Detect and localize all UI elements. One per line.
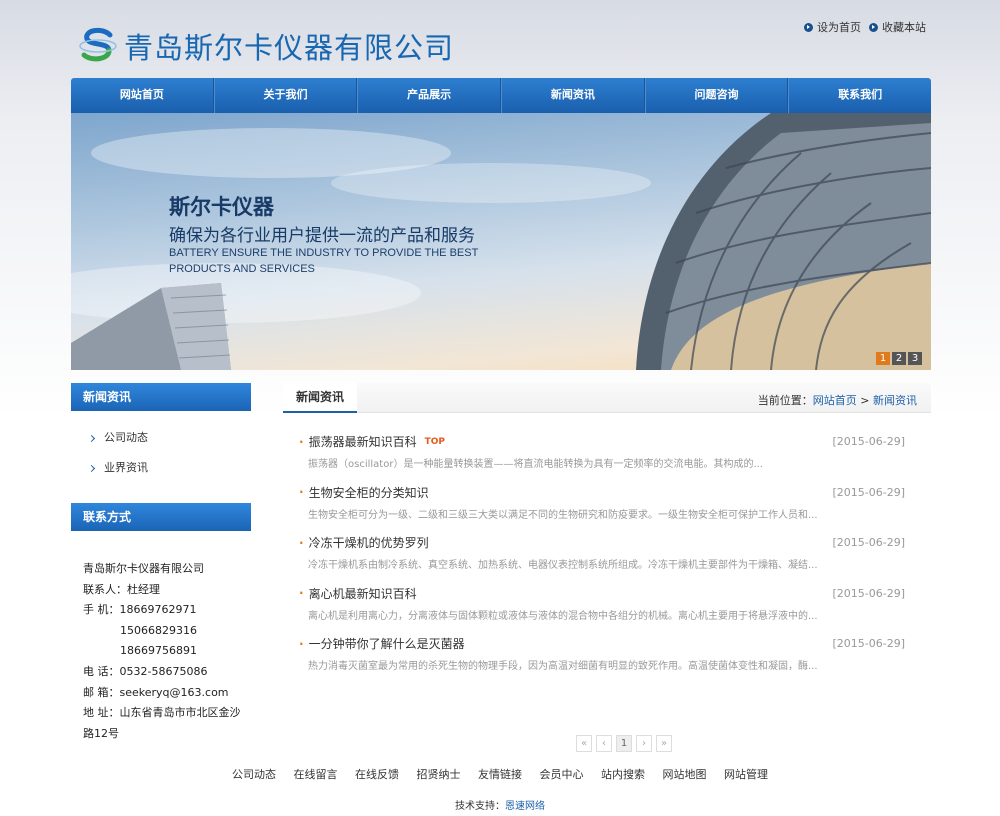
contact-email: 邮 箱：seekeryq@163.com [83,685,229,699]
banner-subtitle: 确保为各行业用户提供一流的产品和服务 [169,226,475,246]
nav-home[interactable]: 网站首页 [71,78,214,113]
news-summary: 冷冻干燥机系由制冷系统、真空系统、加热系统、电器仪表控制系统所组成。冷冻干燥机主… [308,560,818,572]
tab-news[interactable]: 新闻资讯 [283,383,358,413]
set-homepage-link[interactable]: 设为首页 [804,19,861,35]
footer-link-search[interactable]: 站内搜索 [601,768,645,781]
news-list: 振荡器最新知识百科TOP [2015-06-29] 振荡器（oscillator… [299,433,905,752]
slide-indicators: 1 2 3 [876,352,922,365]
nav-about[interactable]: 关于我们 [213,78,358,113]
footer-link-jobs[interactable]: 招贤纳士 [417,768,461,781]
breadcrumb: 当前位置：网站首页 > 新闻资讯 [757,394,917,407]
sidebar-item-company-news[interactable]: 公司动态 [87,423,251,453]
site-header: 青岛斯尔卡仪器有限公司 设为首页 收藏本站 [0,0,1000,78]
logo-mark-icon [79,27,117,62]
sidebar-item-industry-news[interactable]: 业界资讯 [87,453,251,483]
news-date: [2015-06-29] [832,637,905,651]
arrow-circle-icon [804,22,813,32]
sidebar-news-heading: 新闻资讯 [71,383,251,411]
list-item: 振荡器最新知识百科TOP [2015-06-29] 振荡器（oscillator… [299,433,905,484]
company-name: 青岛斯尔卡仪器有限公司 [124,31,455,65]
news-summary: 振荡器（oscillator）是一种能量转换装置——将直流电能转换为具有一定频率… [308,459,763,470]
list-item: 生物安全柜的分类知识 [2015-06-29] 生物安全柜可分为一级、二级和三级… [299,484,905,535]
footer-links: 公司动态 在线留言 在线反馈 招贤纳士 友情链接 会员中心 站内搜索 网站地图 … [0,766,1000,782]
contact-info: 青岛斯尔卡仪器有限公司 联系人：杜经理 手 机：18669762971 1506… [71,531,251,744]
chevron-right-icon [87,464,96,472]
chevron-right-icon [87,434,96,442]
news-title-link[interactable]: 一分钟带你了解什么是灭菌器 [299,635,465,652]
footer-link-member[interactable]: 会员中心 [540,768,584,781]
slide-dot-3[interactable]: 3 [908,352,922,365]
nav-questions[interactable]: 问题咨询 [644,78,789,113]
contact-address-2: 路12号 [83,726,119,740]
sidebar-news: 新闻资讯 公司动态 业界资讯 [71,383,251,497]
arrow-circle-icon [869,22,878,32]
pagination: « ‹ 1 › » [576,735,672,752]
footer-link-sitemap[interactable]: 网站地图 [663,768,707,781]
prev-page-button[interactable]: ‹ [596,735,612,752]
banner-english-text: BATTERY ENSURE THE INDUSTRY TO PROVIDE T… [169,247,479,275]
logo[interactable]: 青岛斯尔卡仪器有限公司 [78,24,458,68]
contact-mobile-3: 18669756891 [120,644,197,658]
breadcrumb-home-link[interactable]: 网站首页 [813,394,857,407]
list-item: 冷冻干燥机的优势罗列 [2015-06-29] 冷冻干燥机系由制冷系统、真空系统… [299,534,905,585]
news-title-link[interactable]: 振荡器最新知识百科TOP [299,433,445,450]
nav-news[interactable]: 新闻资讯 [501,78,645,113]
footer-link-friend-links[interactable]: 友情链接 [478,768,522,781]
slide-dot-2[interactable]: 2 [892,352,906,365]
nav-products[interactable]: 产品展示 [357,78,502,113]
footer-tech-support: 技术支持：恩速网络 [455,801,545,812]
page-1-button[interactable]: 1 [616,735,632,752]
news-date: [2015-06-29] [832,435,905,448]
news-date: [2015-06-29] [832,536,905,550]
first-page-button[interactable]: « [576,735,592,752]
news-title-link[interactable]: 冷冻干燥机的优势罗列 [299,534,429,551]
top-links: 设为首页 收藏本站 [804,19,926,35]
list-item: 离心机最新知识百科 [2015-06-29] 离心机是利用离心力，分离液体与固体… [299,585,905,636]
contact-address: 地 址：山东省青岛市市北区金沙 [83,706,241,720]
next-page-button[interactable]: › [636,735,652,752]
sidebar-news-list: 公司动态 业界资讯 [71,411,251,497]
contact-mobile: 手 机：18669762971 [83,603,197,617]
breadcrumb-news-link[interactable]: 新闻资讯 [873,394,917,407]
contact-person: 联系人：杜经理 [83,582,160,596]
main-nav: 网站首页 关于我们 产品展示 新闻资讯 问题咨询 联系我们 [71,78,931,113]
banner-slideshow[interactable]: 斯尔卡仪器 确保为各行业用户提供一流的产品和服务 BATTERY ENSURE … [71,113,931,370]
tech-support-link[interactable]: 恩速网络 [505,801,545,812]
main-content: 新闻资讯 当前位置：网站首页 > 新闻资讯 振荡器最新知识百科TOP [2015… [283,383,931,752]
contact-phone: 电 话：0532-58675086 [83,664,208,678]
news-title-link[interactable]: 离心机最新知识百科 [299,585,417,602]
news-summary: 离心机是利用离心力，分离液体与固体颗粒或液体与液体的混合物中各组分的机械。离心机… [308,610,818,622]
contact-company: 青岛斯尔卡仪器有限公司 [83,562,204,575]
footer-link-admin[interactable]: 网站管理 [724,768,768,781]
footer-link-message[interactable]: 在线留言 [294,768,338,781]
footer-link-feedback[interactable]: 在线反馈 [355,768,399,781]
news-title-link[interactable]: 生物安全柜的分类知识 [299,484,429,501]
news-summary: 生物安全柜可分为一级、二级和三级三大类以满足不同的生物研究和防疫要求。一级生物安… [308,509,818,521]
last-page-button[interactable]: » [656,735,672,752]
sidebar-contact: 联系方式 青岛斯尔卡仪器有限公司 联系人：杜经理 手 机：18669762971… [71,503,251,744]
news-date: [2015-06-29] [832,485,905,499]
bookmark-site-link[interactable]: 收藏本站 [869,19,926,35]
news-summary: 热力消毒灭菌室最为常用的杀死生物的物理手段，因为高温对细菌有明显的致死作用。高温… [308,661,818,673]
top-badge: TOP [424,436,445,447]
footer-link-company-news[interactable]: 公司动态 [232,768,276,781]
list-item: 一分钟带你了解什么是灭菌器 [2015-06-29] 热力消毒灭菌室最为常用的杀… [299,635,905,686]
sidebar-contact-heading: 联系方式 [71,503,251,531]
main-header: 新闻资讯 当前位置：网站首页 > 新闻资讯 [283,383,931,413]
nav-contact[interactable]: 联系我们 [788,78,931,113]
banner-title: 斯尔卡仪器 [169,194,274,219]
news-date: [2015-06-29] [832,586,905,600]
contact-mobile-2: 15066829316 [120,623,197,637]
slide-dot-1[interactable]: 1 [876,352,890,365]
